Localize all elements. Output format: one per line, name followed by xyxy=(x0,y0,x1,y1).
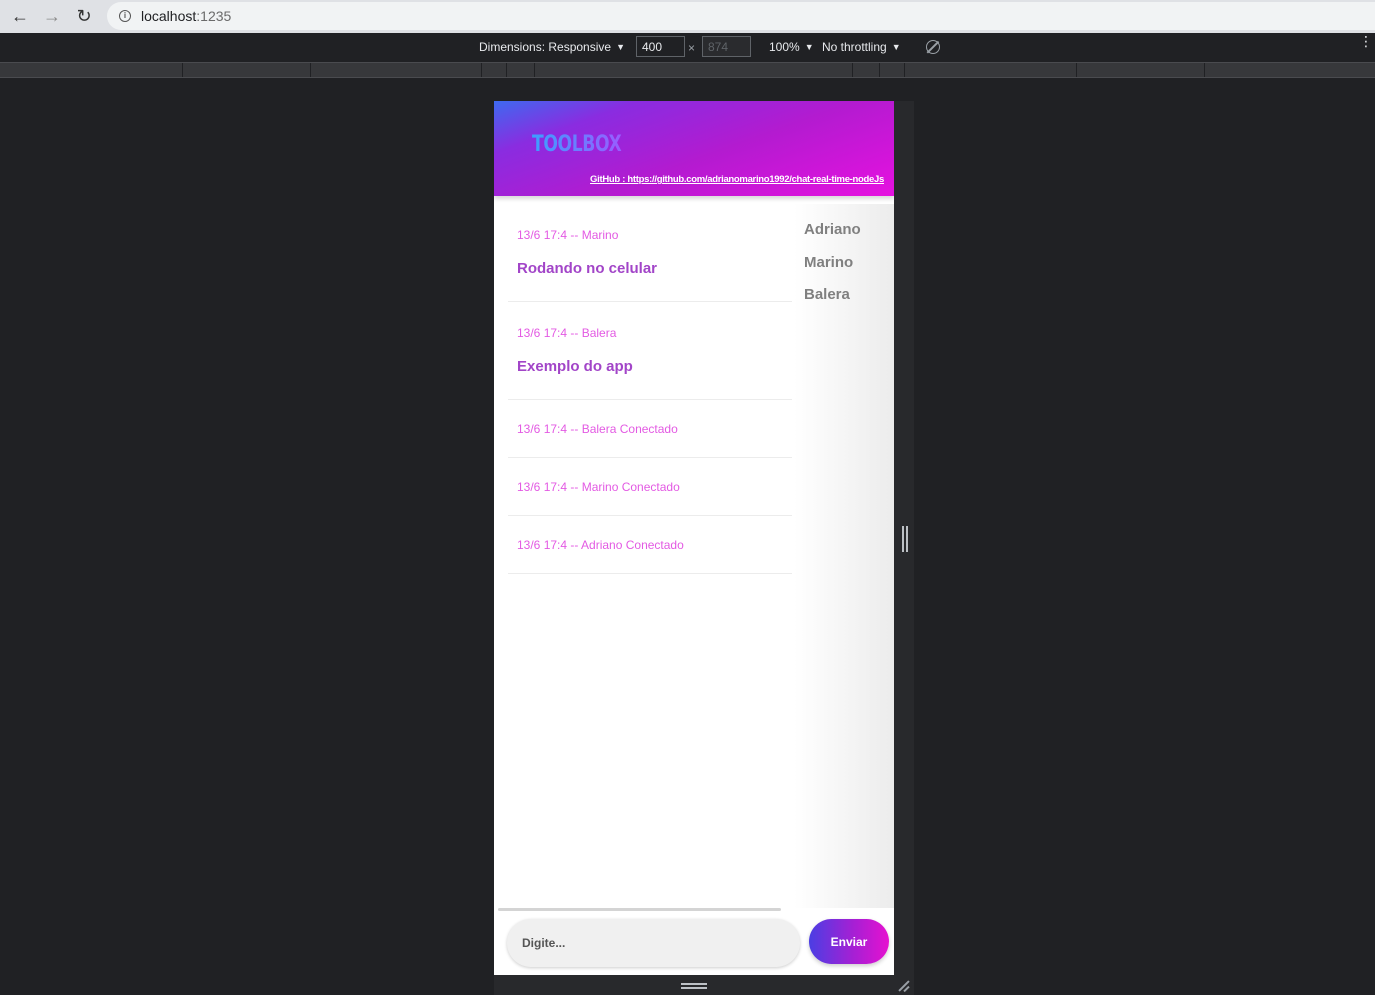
user-item: Adriano xyxy=(804,221,861,238)
media-query-segment[interactable] xyxy=(535,63,853,77)
message-meta: 13/6 17:4 -- Balera Conectado xyxy=(517,422,678,436)
message-item: 13/6 17:4 -- Marino Rodando no celular xyxy=(508,204,792,302)
throttling-label: No throttling xyxy=(822,40,887,54)
message-list: 13/6 17:4 -- Marino Rodando no celular 1… xyxy=(508,204,792,574)
url-text: localhost:1235 xyxy=(141,8,231,24)
send-button[interactable]: Enviar xyxy=(809,919,889,964)
dimensions-dropdown[interactable]: Dimensions: Responsive ▼ xyxy=(479,40,625,54)
dimensions-label: Dimensions: Responsive xyxy=(479,40,612,54)
media-query-segment[interactable] xyxy=(853,63,880,77)
message-text: Rodando no celular xyxy=(517,260,658,277)
zoom-label: 100% xyxy=(769,40,800,54)
scrollbar[interactable] xyxy=(498,908,781,911)
info-icon[interactable]: i xyxy=(119,10,131,22)
app-logo: TOOLBOX xyxy=(532,132,622,157)
url-port: :1235 xyxy=(196,8,232,24)
caret-down-icon: ▼ xyxy=(616,42,625,52)
forward-arrow-icon[interactable]: → xyxy=(36,2,68,32)
rotate-icon[interactable] xyxy=(926,40,940,54)
online-users-panel: Adriano Marino Balera xyxy=(794,204,894,908)
media-query-segment[interactable] xyxy=(507,63,535,77)
user-item: Balera xyxy=(804,286,850,303)
media-query-segment[interactable] xyxy=(1077,63,1205,77)
message-text: Exemplo do app xyxy=(517,358,633,375)
message-meta: 13/6 17:4 -- Adriano Conectado xyxy=(517,538,684,552)
reload-icon[interactable]: ↻ xyxy=(68,2,100,32)
address-bar[interactable]: i localhost:1235 xyxy=(107,2,1375,30)
message-input[interactable] xyxy=(507,919,800,967)
caret-down-icon: ▼ xyxy=(804,42,814,52)
message-meta: 13/6 17:4 -- Marino xyxy=(517,228,619,242)
back-arrow-icon[interactable]: ← xyxy=(4,2,36,32)
message-meta: 13/6 17:4 -- Balera xyxy=(517,326,617,340)
message-meta: 13/6 17:4 -- Marino Conectado xyxy=(517,480,680,494)
url-host: localhost xyxy=(141,8,197,24)
user-item: Marino xyxy=(804,254,854,271)
browser-toolbar: ← → ↻ i localhost:1235 xyxy=(0,0,1375,33)
media-query-bar xyxy=(0,62,1375,78)
media-query-segment[interactable] xyxy=(0,63,183,77)
media-query-segment[interactable] xyxy=(183,63,311,77)
zoom-dropdown[interactable]: 100% ▼ xyxy=(769,40,814,54)
app-viewport: TOOLBOX GitHub : https://github.com/adri… xyxy=(494,101,894,975)
message-item: 13/6 17:4 -- Adriano Conectado xyxy=(508,516,792,574)
device-toolbar: Dimensions: Responsive ▼ × 100% ▼ No thr… xyxy=(0,33,1375,61)
height-input[interactable] xyxy=(702,36,751,57)
horizontal-resize-handle[interactable] xyxy=(681,983,707,989)
media-query-segment[interactable] xyxy=(880,63,905,77)
message-item: 13/6 17:4 -- Marino Conectado xyxy=(508,458,792,516)
message-item: 13/6 17:4 -- Balera Exemplo do app xyxy=(508,302,792,400)
more-options-icon[interactable]: ⋮ xyxy=(1359,34,1373,48)
throttling-dropdown[interactable]: No throttling ▼ xyxy=(822,40,901,54)
app-header: TOOLBOX GitHub : https://github.com/adri… xyxy=(494,101,894,196)
vertical-resize-handle[interactable] xyxy=(902,526,908,552)
github-link[interactable]: GitHub : https://github.com/adrianomarin… xyxy=(590,174,884,185)
media-query-segment[interactable] xyxy=(482,63,507,77)
media-query-segment[interactable] xyxy=(905,63,1077,77)
corner-resize-handle-icon[interactable] xyxy=(897,980,911,992)
times-icon: × xyxy=(688,41,696,55)
message-item: 13/6 17:4 -- Balera Conectado xyxy=(508,400,792,458)
width-input[interactable] xyxy=(636,36,685,57)
media-query-segment[interactable] xyxy=(1205,63,1375,77)
media-query-segment[interactable] xyxy=(311,63,482,77)
caret-down-icon: ▼ xyxy=(891,42,901,52)
